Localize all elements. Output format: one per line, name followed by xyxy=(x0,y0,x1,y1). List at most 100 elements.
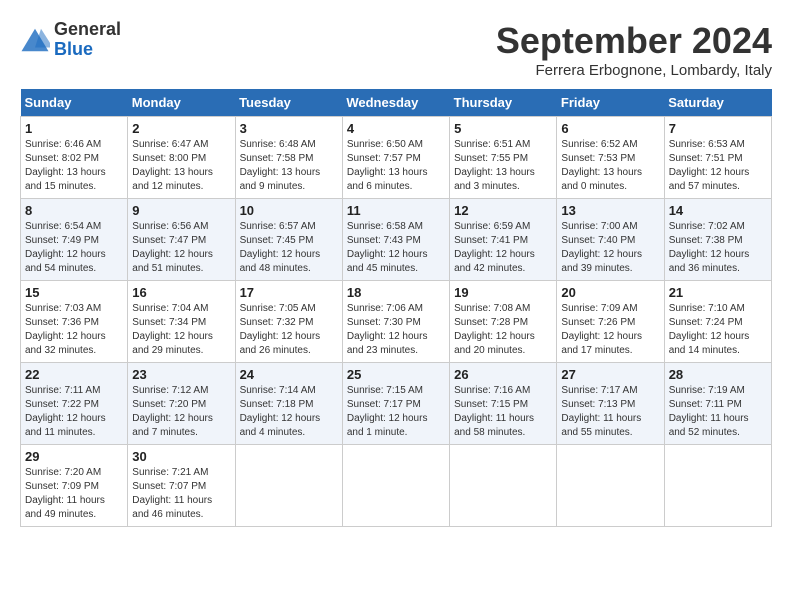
day-info: Sunrise: 7:09 AM Sunset: 7:26 PM Dayligh… xyxy=(561,302,659,358)
day-info: Sunrise: 6:48 AM Sunset: 7:58 PM Dayligh… xyxy=(240,138,338,194)
header-monday: Monday xyxy=(128,89,235,117)
day-cell xyxy=(342,445,449,527)
day-number: 14 xyxy=(669,203,767,218)
day-number: 16 xyxy=(132,285,230,300)
day-number: 25 xyxy=(347,367,445,382)
day-number: 22 xyxy=(25,367,123,382)
day-cell: 15 Sunrise: 7:03 AM Sunset: 7:36 PM Dayli… xyxy=(21,281,128,363)
day-cell: 28Sunrise: 7:19 AM Sunset: 7:11 PM Dayli… xyxy=(664,363,771,445)
day-info: Sunrise: 7:15 AM Sunset: 7:17 PM Dayligh… xyxy=(347,384,445,440)
day-cell: 19 Sunrise: 7:08 AM Sunset: 7:28 PM Dayli… xyxy=(450,281,557,363)
header-friday: Friday xyxy=(557,89,664,117)
day-info: Sunrise: 7:16 AM Sunset: 7:15 PM Dayligh… xyxy=(454,384,552,440)
day-info: Sunrise: 6:56 AM Sunset: 7:47 PM Dayligh… xyxy=(132,220,230,276)
day-info: Sunrise: 6:47 AM Sunset: 8:00 PM Dayligh… xyxy=(132,138,230,194)
day-cell: 5 Sunrise: 6:51 AM Sunset: 7:55 PM Daylig… xyxy=(450,117,557,199)
week-row-1: 1 Sunrise: 6:46 AM Sunset: 8:02 PM Daylig… xyxy=(21,117,772,199)
day-cell: 9Sunrise: 6:56 AM Sunset: 7:47 PM Daylig… xyxy=(128,199,235,281)
day-cell: 23Sunrise: 7:12 AM Sunset: 7:20 PM Dayli… xyxy=(128,363,235,445)
day-cell xyxy=(450,445,557,527)
day-number: 24 xyxy=(240,367,338,382)
day-number: 27 xyxy=(561,367,659,382)
day-info: Sunrise: 7:19 AM Sunset: 7:11 PM Dayligh… xyxy=(669,384,767,440)
day-number: 5 xyxy=(454,121,552,136)
day-number: 18 xyxy=(347,285,445,300)
logo-icon xyxy=(20,25,50,55)
header-saturday: Saturday xyxy=(664,89,771,117)
day-info: Sunrise: 7:04 AM Sunset: 7:34 PM Dayligh… xyxy=(132,302,230,358)
day-info: Sunrise: 7:02 AM Sunset: 7:38 PM Dayligh… xyxy=(669,220,767,276)
day-info: Sunrise: 6:57 AM Sunset: 7:45 PM Dayligh… xyxy=(240,220,338,276)
day-cell: 17 Sunrise: 7:05 AM Sunset: 7:32 PM Dayli… xyxy=(235,281,342,363)
day-cell: 1 Sunrise: 6:46 AM Sunset: 8:02 PM Daylig… xyxy=(21,117,128,199)
day-cell: 18 Sunrise: 7:06 AM Sunset: 7:30 PM Dayli… xyxy=(342,281,449,363)
day-number: 29 xyxy=(25,449,123,464)
day-cell: 30Sunrise: 7:21 AM Sunset: 7:07 PM Dayli… xyxy=(128,445,235,527)
day-info: Sunrise: 6:50 AM Sunset: 7:57 PM Dayligh… xyxy=(347,138,445,194)
day-cell: 22 Sunrise: 7:11 AM Sunset: 7:22 PM Dayli… xyxy=(21,363,128,445)
day-number: 19 xyxy=(454,285,552,300)
location: Ferrera Erbognone, Lombardy, Italy xyxy=(496,62,772,79)
logo-blue-text: Blue xyxy=(54,40,121,60)
day-info: Sunrise: 6:46 AM Sunset: 8:02 PM Dayligh… xyxy=(25,138,123,194)
week-row-2: 8Sunrise: 6:54 AM Sunset: 7:49 PM Daylig… xyxy=(21,199,772,281)
day-info: Sunrise: 6:51 AM Sunset: 7:55 PM Dayligh… xyxy=(454,138,552,194)
week-row-4: 22 Sunrise: 7:11 AM Sunset: 7:22 PM Dayli… xyxy=(21,363,772,445)
day-info: Sunrise: 7:08 AM Sunset: 7:28 PM Dayligh… xyxy=(454,302,552,358)
day-number: 23 xyxy=(132,367,230,382)
calendar-table: SundayMondayTuesdayWednesdayThursdayFrid… xyxy=(20,89,772,527)
day-cell: 29Sunrise: 7:20 AM Sunset: 7:09 PM Dayli… xyxy=(21,445,128,527)
day-cell: 3 Sunrise: 6:48 AM Sunset: 7:58 PM Daylig… xyxy=(235,117,342,199)
header-row: SundayMondayTuesdayWednesdayThursdayFrid… xyxy=(21,89,772,117)
logo-general-text: General xyxy=(54,20,121,40)
week-row-3: 15 Sunrise: 7:03 AM Sunset: 7:36 PM Dayli… xyxy=(21,281,772,363)
title-block: September 2024 Ferrera Erbognone, Lombar… xyxy=(496,20,772,79)
day-number: 6 xyxy=(561,121,659,136)
day-number: 17 xyxy=(240,285,338,300)
day-cell xyxy=(235,445,342,527)
day-info: Sunrise: 7:05 AM Sunset: 7:32 PM Dayligh… xyxy=(240,302,338,358)
day-number: 10 xyxy=(240,203,338,218)
day-info: Sunrise: 7:14 AM Sunset: 7:18 PM Dayligh… xyxy=(240,384,338,440)
day-number: 15 xyxy=(25,285,123,300)
page-header: General Blue September 2024 Ferrera Erbo… xyxy=(20,20,772,79)
day-number: 26 xyxy=(454,367,552,382)
day-cell: 20Sunrise: 7:09 AM Sunset: 7:26 PM Dayli… xyxy=(557,281,664,363)
day-info: Sunrise: 7:03 AM Sunset: 7:36 PM Dayligh… xyxy=(25,302,123,358)
day-number: 3 xyxy=(240,121,338,136)
day-info: Sunrise: 7:00 AM Sunset: 7:40 PM Dayligh… xyxy=(561,220,659,276)
day-number: 4 xyxy=(347,121,445,136)
day-number: 11 xyxy=(347,203,445,218)
day-cell: 27 Sunrise: 7:17 AM Sunset: 7:13 PM Dayli… xyxy=(557,363,664,445)
day-info: Sunrise: 6:52 AM Sunset: 7:53 PM Dayligh… xyxy=(561,138,659,194)
week-row-5: 29Sunrise: 7:20 AM Sunset: 7:09 PM Dayli… xyxy=(21,445,772,527)
day-info: Sunrise: 7:17 AM Sunset: 7:13 PM Dayligh… xyxy=(561,384,659,440)
day-cell: 6 Sunrise: 6:52 AM Sunset: 7:53 PM Daylig… xyxy=(557,117,664,199)
day-cell: 11 Sunrise: 6:58 AM Sunset: 7:43 PM Dayli… xyxy=(342,199,449,281)
day-cell: 7Sunrise: 6:53 AM Sunset: 7:51 PM Daylig… xyxy=(664,117,771,199)
day-info: Sunrise: 6:53 AM Sunset: 7:51 PM Dayligh… xyxy=(669,138,767,194)
day-number: 12 xyxy=(454,203,552,218)
header-tuesday: Tuesday xyxy=(235,89,342,117)
day-cell xyxy=(557,445,664,527)
day-cell: 10 Sunrise: 6:57 AM Sunset: 7:45 PM Dayli… xyxy=(235,199,342,281)
day-cell: 16 Sunrise: 7:04 AM Sunset: 7:34 PM Dayli… xyxy=(128,281,235,363)
month-title: September 2024 xyxy=(496,20,772,62)
day-info: Sunrise: 7:21 AM Sunset: 7:07 PM Dayligh… xyxy=(132,466,230,522)
day-cell: 26 Sunrise: 7:16 AM Sunset: 7:15 PM Dayli… xyxy=(450,363,557,445)
day-cell: 25 Sunrise: 7:15 AM Sunset: 7:17 PM Dayli… xyxy=(342,363,449,445)
day-cell: 12 Sunrise: 6:59 AM Sunset: 7:41 PM Dayli… xyxy=(450,199,557,281)
day-number: 1 xyxy=(25,121,123,136)
header-thursday: Thursday xyxy=(450,89,557,117)
day-cell: 2 Sunrise: 6:47 AM Sunset: 8:00 PM Daylig… xyxy=(128,117,235,199)
day-info: Sunrise: 6:58 AM Sunset: 7:43 PM Dayligh… xyxy=(347,220,445,276)
day-cell: 4 Sunrise: 6:50 AM Sunset: 7:57 PM Daylig… xyxy=(342,117,449,199)
day-info: Sunrise: 6:54 AM Sunset: 7:49 PM Dayligh… xyxy=(25,220,123,276)
day-number: 2 xyxy=(132,121,230,136)
day-cell: 8Sunrise: 6:54 AM Sunset: 7:49 PM Daylig… xyxy=(21,199,128,281)
day-info: Sunrise: 7:06 AM Sunset: 7:30 PM Dayligh… xyxy=(347,302,445,358)
day-info: Sunrise: 7:11 AM Sunset: 7:22 PM Dayligh… xyxy=(25,384,123,440)
day-cell: 21Sunrise: 7:10 AM Sunset: 7:24 PM Dayli… xyxy=(664,281,771,363)
header-wednesday: Wednesday xyxy=(342,89,449,117)
day-info: Sunrise: 6:59 AM Sunset: 7:41 PM Dayligh… xyxy=(454,220,552,276)
